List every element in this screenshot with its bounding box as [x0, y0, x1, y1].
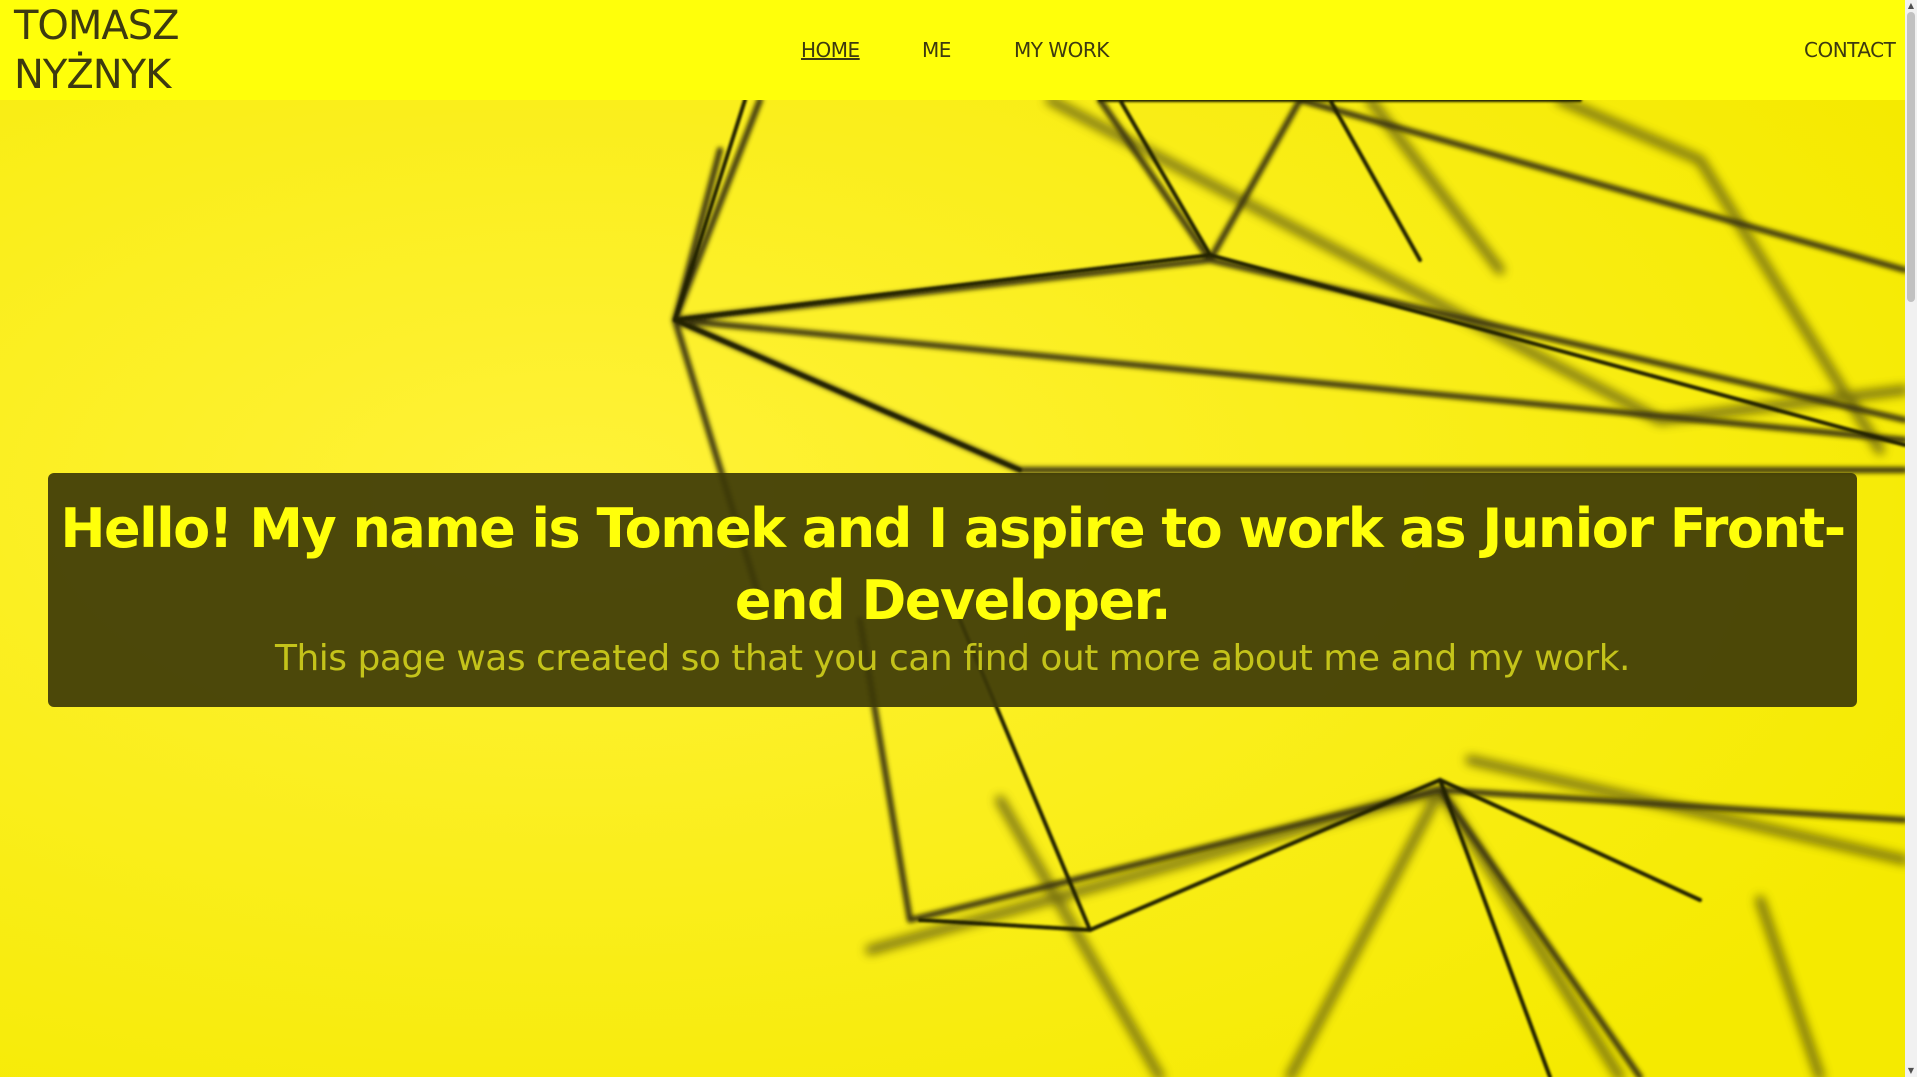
- brand-last-name: NYŻNYK: [14, 52, 171, 98]
- scroll-up-icon[interactable]: ▲: [1905, 0, 1917, 12]
- nav-my-work-link[interactable]: MY WORK: [1014, 37, 1109, 63]
- hero-title: Hello! My name is Tomek and I aspire to …: [60, 497, 1846, 632]
- nav-contact-link[interactable]: CONTACT: [1804, 37, 1896, 63]
- scroll-down-icon[interactable]: ▼: [1905, 1065, 1917, 1077]
- page: TOMASZ NYŻNYK HOME ME MY WORK CONTACT He…: [0, 0, 1917, 1077]
- nav-home-link[interactable]: HOME: [801, 37, 860, 63]
- scrollbar-thumb[interactable]: [1907, 12, 1915, 302]
- vertical-scrollbar[interactable]: ▲ ▼: [1905, 0, 1917, 1077]
- nav-me-link[interactable]: ME: [922, 37, 951, 63]
- hero-subtitle: This page was created so that you can fi…: [274, 638, 1631, 679]
- brand-first-name: TOMASZ: [14, 3, 180, 49]
- navbar: TOMASZ NYŻNYK HOME ME MY WORK CONTACT: [0, 0, 1905, 100]
- brand-logo[interactable]: TOMASZ NYŻNYK: [14, 2, 214, 100]
- hero-section: Hello! My name is Tomek and I aspire to …: [0, 100, 1905, 1077]
- hero-intro-box: Hello! My name is Tomek and I aspire to …: [48, 473, 1857, 707]
